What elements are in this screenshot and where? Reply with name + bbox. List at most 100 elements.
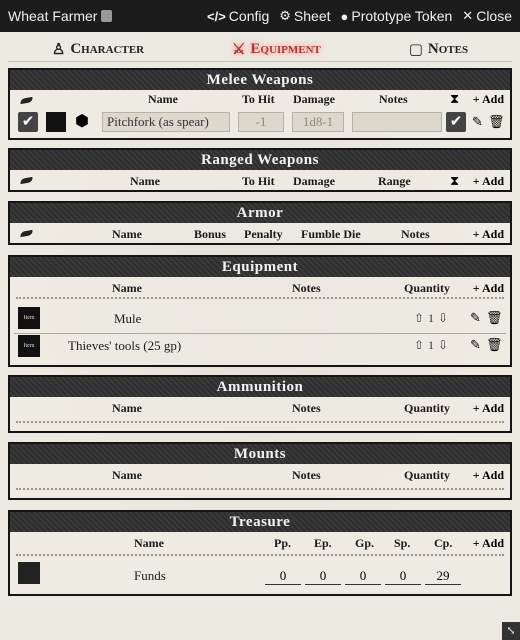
armor-add-label: Add (481, 227, 504, 241)
config-button[interactable]: </> Config (207, 8, 269, 24)
divider (16, 297, 504, 299)
treasure-col-pp: Pp. (274, 536, 292, 550)
close-label: Close (476, 8, 512, 24)
pitchfork-icon (46, 112, 66, 132)
treasure-cp-field[interactable]: 29 (425, 568, 461, 585)
treasure-sp-field[interactable]: 0 (385, 568, 421, 585)
row-separator (14, 333, 506, 334)
ranged-col-range: Range (378, 174, 411, 188)
equipment-col-notes: Notes (292, 281, 321, 295)
tab-equipment[interactable]: ⚔ Equipment (232, 40, 321, 59)
divider (16, 554, 504, 556)
hourglass-icon: ⧗ (450, 173, 460, 188)
ammunition-add-label: Add (481, 401, 504, 415)
trash-icon[interactable]: 🗑 (486, 310, 503, 326)
quill-icon (19, 229, 34, 238)
melee-add-button[interactable]: + Add (473, 92, 504, 107)
qty-increase-icon[interactable]: ⇧ (414, 311, 424, 326)
melee-col-tohit: To Hit (242, 92, 275, 106)
ranged-col-name: Name (130, 174, 160, 188)
qty-decrease-icon[interactable]: ⇩ (438, 311, 448, 326)
melee-weapon-tohit-input[interactable]: -1 (238, 112, 284, 132)
window-title: Wheat Farmer (8, 8, 113, 24)
ammunition-col-notes: Notes (292, 401, 321, 415)
treasure-gp-field[interactable]: 0 (345, 568, 381, 585)
coins-icon (18, 562, 40, 584)
edit-icon[interactable]: ✎ (470, 337, 481, 353)
treasure-col-cp: Cp. (434, 536, 453, 550)
trash-icon[interactable]: 🗑 (488, 114, 505, 130)
gear-icon: ⚙ (279, 8, 291, 23)
armor-heading: Armor (10, 203, 510, 223)
equipment-add-button[interactable]: + Add (473, 281, 504, 296)
d20-icon[interactable]: ⬢ (72, 112, 92, 132)
tab-equipment-label: Equipment (250, 41, 321, 57)
treasure-col-ep: Ep. (314, 536, 332, 550)
sheet-label: Sheet (293, 8, 331, 24)
quill-icon (19, 96, 34, 105)
equipment-col-quantity: Quantity (404, 281, 451, 295)
item-name: Thieves' tools (25 gp) (68, 338, 182, 353)
armor-section: Armor Name Bonus Penalty Fumble Die Note… (8, 201, 512, 245)
document-icon (101, 10, 113, 22)
quill-icon (19, 176, 34, 185)
config-label: Config (228, 8, 270, 24)
melee-equipped-checkbox[interactable]: ✔ (18, 112, 38, 132)
ammunition-add-button[interactable]: + Add (473, 401, 504, 416)
mounts-col-quantity: Quantity (404, 468, 451, 482)
ammunition-col-name: Name (112, 401, 142, 415)
melee-weapon-notes-input[interactable] (352, 112, 442, 132)
melee-col-damage: Damage (293, 92, 335, 106)
treasure-col-sp: Sp. (394, 536, 411, 550)
item-image: Item (18, 307, 40, 329)
trash-icon[interactable]: 🗑 (486, 337, 503, 353)
crossed-swords-icon: ⚔ (231, 42, 246, 58)
prototype-token-button[interactable]: ● Prototype Token (341, 8, 453, 24)
qty-increase-icon[interactable]: ⇧ (414, 338, 424, 353)
melee-weapon-name-input[interactable]: Pitchfork (as spear) (102, 112, 230, 132)
armor-col-name: Name (112, 227, 142, 241)
melee-add-label: Add (481, 92, 504, 106)
melee-col-name: Name (148, 92, 178, 106)
mounts-add-label: Add (481, 468, 504, 482)
user-icon: ♙ (51, 42, 66, 58)
treasure-pp-field[interactable]: 0 (265, 568, 301, 585)
armor-col-fumble: Fumble Die (301, 227, 361, 241)
tab-notes-label: Notes (427, 41, 469, 57)
close-button[interactable]: ✕ Close (462, 8, 512, 24)
tab-notes[interactable]: ▢ Notes (409, 40, 468, 59)
ranged-weapons-section: Ranged Weapons Name To Hit Damage Range … (8, 148, 512, 192)
ranged-col-damage: Damage (293, 174, 335, 188)
tab-character[interactable]: ♙ Character (52, 40, 144, 59)
qty-decrease-icon[interactable]: ⇩ (438, 338, 448, 353)
equipment-add-label: Add (481, 281, 504, 295)
equipment-section: Equipment Name Notes Quantity + Add Item… (8, 255, 512, 367)
ranged-add-button[interactable]: + Add (473, 174, 504, 189)
edit-icon[interactable]: ✎ (470, 310, 481, 326)
divider (16, 421, 504, 423)
resize-handle-icon[interactable]: ⤡ (502, 622, 520, 640)
divider (16, 488, 504, 490)
treasure-ep-field[interactable]: 0 (305, 568, 341, 585)
melee-weapon-checkbox[interactable]: ✔ (446, 112, 466, 132)
mounts-col-name: Name (112, 468, 142, 482)
armor-col-penalty: Penalty (244, 227, 283, 241)
character-sheet: ♙ Character ⚔ Equipment ▢ Notes Melee We… (0, 32, 520, 640)
mounts-heading: Mounts (10, 444, 510, 464)
ammunition-col-quantity: Quantity (404, 401, 451, 415)
armor-col-bonus: Bonus (194, 227, 227, 241)
sheet-button[interactable]: ⚙ Sheet (279, 8, 330, 24)
treasure-add-label: Add (481, 536, 504, 550)
armor-add-button[interactable]: + Add (473, 227, 504, 242)
melee-weapon-damage-input[interactable]: 1d8-1 (292, 112, 344, 132)
tab-character-label: Character (70, 41, 145, 57)
edit-icon[interactable]: ✎ (472, 114, 483, 130)
user-circle-icon: ● (340, 8, 349, 24)
item-quantity: 1 (428, 311, 434, 325)
treasure-add-button[interactable]: + Add (473, 536, 504, 551)
ranged-add-label: Add (481, 174, 504, 188)
treasure-heading: Treasure (10, 512, 510, 532)
window-title-text: Wheat Farmer (8, 8, 98, 24)
hourglass-icon: ⧗ (450, 91, 460, 106)
mounts-add-button[interactable]: + Add (473, 468, 504, 483)
